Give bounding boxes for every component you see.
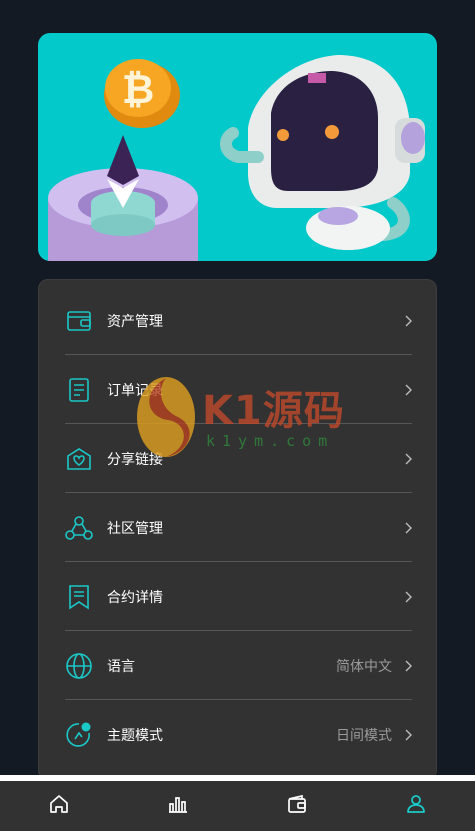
user-icon [405,793,427,819]
settings-menu-card: 资产管理 订单记录 分享链接 社区管理 合约详情 语言 简体中文 主题模式 日间… [38,279,437,780]
tab-wallet[interactable] [238,781,357,831]
menu-item-asset-management[interactable]: 资产管理 [65,286,412,355]
menu-item-label: 订单记录 [107,382,163,399]
theme-icon [65,721,93,749]
home-icon [48,793,70,819]
svg-text:₿: ₿ [122,67,155,113]
document-list-icon [65,376,93,404]
chevron-right-icon [404,384,412,396]
menu-item-label: 语言 [107,658,135,675]
chevron-right-icon [404,591,412,603]
bottom-tab-bar [0,781,475,831]
menu-item-label: 分享链接 [107,451,163,468]
language-value: 简体中文 [336,658,392,675]
chevron-right-icon [404,522,412,534]
menu-item-language[interactable]: 语言 简体中文 [65,631,412,700]
chevron-right-icon [404,729,412,741]
wallet-icon [65,307,93,335]
menu-item-community-management[interactable]: 社区管理 [65,493,412,562]
theme-value: 日间模式 [336,727,392,744]
menu-item-label: 资产管理 [107,313,163,330]
chevron-right-icon [404,453,412,465]
menu-item-order-records[interactable]: 订单记录 [65,355,412,424]
chevron-right-icon [404,315,412,327]
wallet-icon [286,793,308,819]
menu-item-label: 合约详情 [107,589,163,606]
menu-item-share-link[interactable]: 分享链接 [65,424,412,493]
community-icon [65,514,93,542]
menu-item-label: 主题模式 [107,727,163,744]
banner-illustration: ₿ [38,33,437,261]
tab-profile[interactable] [356,781,475,831]
contract-bookmark-icon [65,583,93,611]
menu-item-contract-details[interactable]: 合约详情 [65,562,412,631]
menu-item-theme-mode[interactable]: 主题模式 日间模式 [65,700,412,769]
market-chart-icon [167,793,189,819]
chevron-right-icon [404,660,412,672]
tab-market[interactable] [119,781,238,831]
share-heart-icon [65,445,93,473]
globe-icon [65,652,93,680]
promo-banner[interactable]: ₿ [38,33,437,261]
tab-home[interactable] [0,781,119,831]
menu-item-label: 社区管理 [107,520,163,537]
